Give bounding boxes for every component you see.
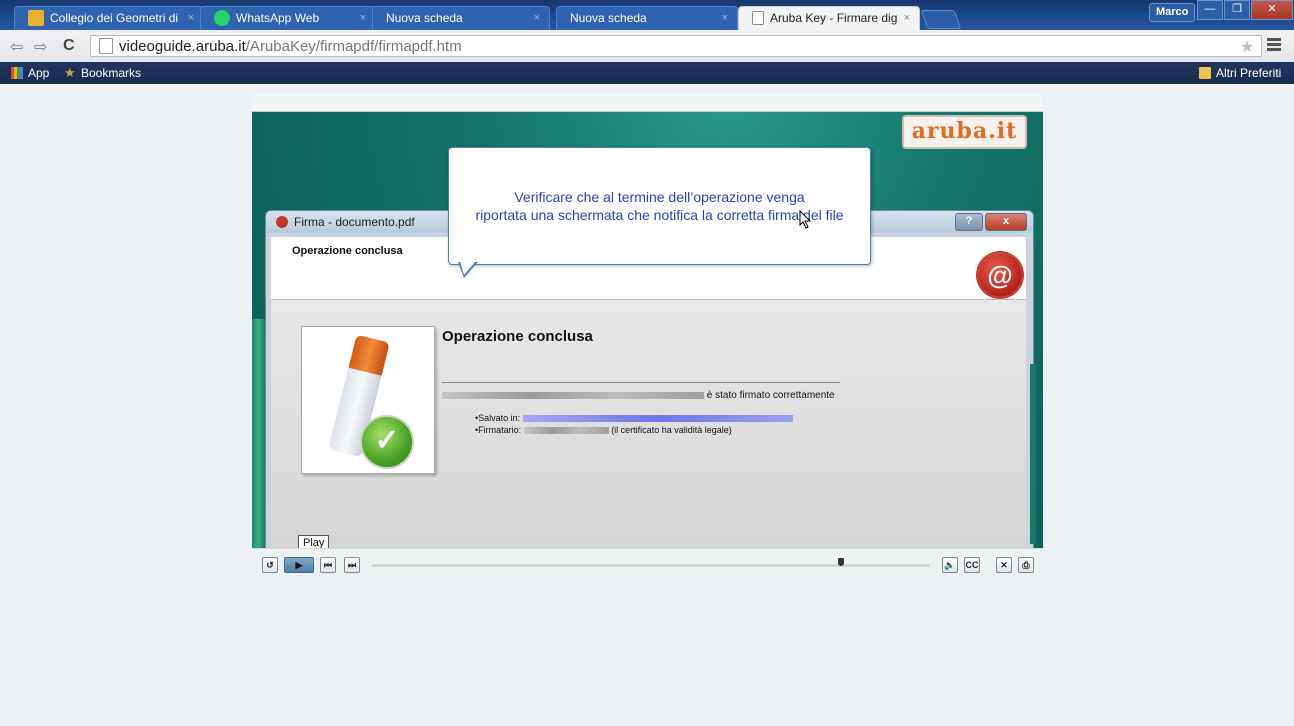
video-top-band — [252, 94, 1043, 112]
whatsapp-icon — [214, 10, 230, 26]
close-tab-icon[interactable]: × — [534, 12, 540, 24]
redacted-path-link — [522, 415, 793, 423]
new-tab-button[interactable] — [920, 10, 962, 29]
url-host: videoguide.aruba.it — [119, 37, 246, 55]
tab-new-2[interactable]: Nuova scheda × — [556, 6, 738, 30]
close-window-icon[interactable]: ✕ — [1251, 0, 1293, 20]
redacted-filename — [442, 391, 704, 399]
check-icon: ✓ — [360, 415, 414, 469]
decorative-stripe — [252, 319, 265, 548]
minimize-icon[interactable]: — — [1197, 0, 1223, 20]
other-bookmarks-folder[interactable]: Altri Preferiti — [1199, 66, 1281, 80]
close-tab-icon[interactable]: × — [722, 12, 728, 24]
apps-shortcut[interactable]: App — [11, 66, 49, 80]
wax-seal-at-icon: @ — [978, 253, 1022, 297]
saved-in-line: •Salvato in: — [475, 413, 793, 423]
callout-tail — [458, 261, 478, 278]
bookmarks-folder[interactable]: ★ Bookmarks — [64, 66, 141, 80]
address-bar[interactable]: videoguide.aruba.it/ArubaKey/firmapdf/fi… — [90, 35, 1262, 57]
star-icon: ★ — [64, 65, 76, 80]
replay-icon[interactable]: ↺ — [262, 557, 278, 573]
divider — [442, 382, 840, 383]
play-button[interactable]: ▶ — [284, 557, 314, 573]
dialog-help-button: ? — [955, 213, 983, 231]
dialog-body: ✓ Operazione conclusa è stato firmato co… — [271, 300, 1026, 548]
progress-thumb[interactable] — [837, 558, 844, 566]
instruction-callout: Verificare che al termine dell’operazion… — [448, 147, 871, 278]
dialog-close-button: x — [985, 213, 1027, 231]
page-icon — [752, 11, 764, 25]
aruba-logo: aruba.it — [902, 115, 1027, 149]
firma-app-icon — [276, 216, 288, 228]
apps-grid-icon — [11, 67, 23, 79]
bookmark-star-icon[interactable]: ★ — [1240, 37, 1254, 57]
bookmarks-bar: App ★ Bookmarks Altri Preferiti — [0, 62, 1294, 84]
close-tab-icon[interactable]: × — [360, 12, 366, 24]
signed-line: è stato firmato correttamente — [442, 390, 835, 401]
collegio-favicon-icon — [28, 10, 44, 26]
tab-aruba-key[interactable]: Aruba Key - Firmare digita × — [738, 6, 920, 30]
dialog-title: Firma - documento.pdf — [294, 215, 415, 229]
progress-track[interactable] — [372, 564, 930, 567]
forward-icon[interactable]: ⇨ — [34, 37, 47, 57]
browser-toolbar: ⇦ ⇨ C videoguide.aruba.it/ArubaKey/firma… — [0, 30, 1294, 62]
back-icon[interactable]: ⇦ — [10, 37, 23, 57]
tab-new-1[interactable]: Nuova scheda × — [372, 6, 550, 30]
operation-title: Operazione conclusa — [442, 328, 593, 345]
print-icon[interactable]: ⎙ — [1018, 557, 1034, 573]
profile-button[interactable]: Marco — [1149, 3, 1196, 22]
close-tab-icon[interactable]: × — [188, 12, 194, 24]
signer-line: •Firmatario: (il certificato ha validità… — [475, 425, 732, 435]
close-player-icon[interactable]: ✕ — [996, 557, 1012, 573]
tab-collegio[interactable]: Collegio dei Geometri di S × — [14, 6, 204, 30]
next-icon[interactable]: ⏭ — [344, 557, 360, 573]
page-icon — [99, 38, 113, 54]
usb-key-image: ✓ — [301, 326, 435, 474]
window-controls: — ❐ ✕ — [1196, 0, 1293, 22]
player-controls: ↺ ▶ ⏮ ⏭ 🔈 CC ✕ ⎙ — [252, 548, 1043, 579]
header-title: Operazione conclusa — [292, 245, 403, 257]
folder-icon — [1199, 67, 1211, 79]
tab-strip: Collegio dei Geometri di S × WhatsApp We… — [0, 0, 1294, 30]
redacted-signer — [523, 427, 609, 435]
volume-icon[interactable]: 🔈 — [942, 557, 958, 573]
callout-line-2: riportata una schermata che notifica la … — [475, 207, 844, 223]
chrome-menu-icon[interactable] — [1267, 36, 1281, 53]
callout-line-1: Verificare che al termine dell’operazion… — [514, 189, 805, 205]
reload-icon[interactable]: C — [63, 37, 75, 55]
previous-icon[interactable]: ⏮ — [320, 557, 336, 573]
url-path: /ArubaKey/firmapdf/firmapdf.htm — [245, 37, 462, 55]
decorative-stripe-right — [1030, 364, 1036, 544]
tab-whatsapp[interactable]: WhatsApp Web × — [200, 6, 376, 30]
close-tab-icon[interactable]: × — [904, 12, 910, 24]
mouse-cursor-icon — [799, 210, 812, 229]
closed-captions-button[interactable]: CC — [964, 557, 980, 573]
restore-icon[interactable]: ❐ — [1224, 0, 1250, 20]
